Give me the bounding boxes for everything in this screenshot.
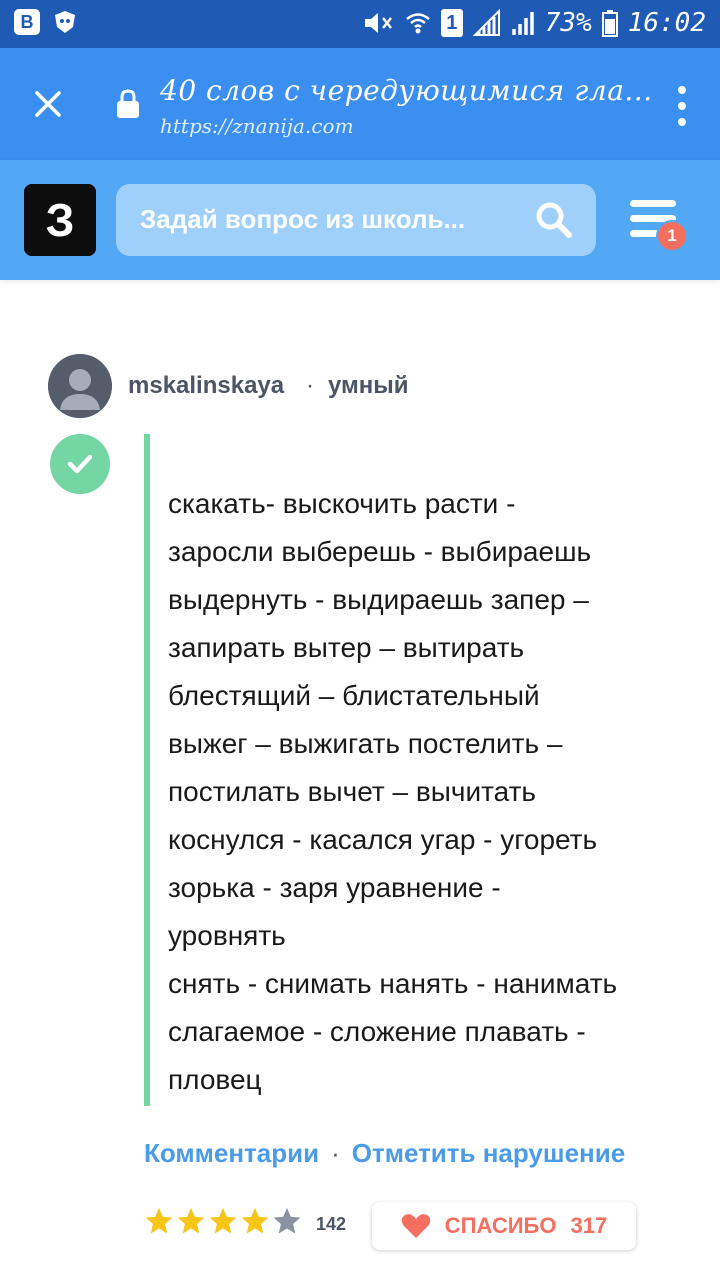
- clock: 16:02: [627, 8, 706, 38]
- overflow-menu-button[interactable]: [674, 86, 690, 126]
- search-placeholder: Задай вопрос из школь...: [140, 204, 466, 234]
- answer-links: Комментарии · Отметить нарушение: [144, 1138, 625, 1169]
- star-icon[interactable]: [176, 1206, 206, 1236]
- star-icon[interactable]: [208, 1206, 238, 1236]
- thanks-label: СПАСИБО: [444, 1213, 557, 1238]
- mute-icon: [361, 10, 395, 36]
- sim-icon: 1: [440, 9, 463, 37]
- star-icon[interactable]: [144, 1206, 174, 1236]
- notification-badge[interactable]: 1: [656, 220, 688, 252]
- search-input[interactable]: Задай вопрос из школь...: [116, 184, 596, 256]
- user-rank: умный: [328, 372, 409, 399]
- page-title[interactable]: 40 слов с чередующимися гла...: [160, 74, 653, 107]
- close-tab-button[interactable]: [26, 82, 70, 126]
- vk-icon: B: [14, 9, 40, 35]
- menu-line-icon: [630, 200, 676, 207]
- signal-icon-2: [511, 9, 535, 37]
- star-icon[interactable]: [240, 1206, 270, 1236]
- rating-count: 142: [316, 1214, 347, 1234]
- avatar[interactable]: [48, 354, 112, 418]
- dot-icon: [678, 102, 686, 110]
- heart-icon: [401, 1214, 431, 1238]
- close-icon: [35, 91, 61, 117]
- site-header: З Задай вопрос из школь...: [0, 160, 720, 280]
- links-separator: ·: [331, 1138, 340, 1168]
- battery-percent: 73%: [544, 8, 592, 38]
- report-link[interactable]: Отметить нарушение: [352, 1138, 625, 1169]
- lock-icon: [116, 88, 140, 125]
- site-logo[interactable]: З: [24, 184, 96, 256]
- username[interactable]: mskalinskaya: [128, 372, 284, 400]
- page-url[interactable]: https://znanija.com: [160, 114, 354, 138]
- answer-accent-bar: [144, 434, 150, 1106]
- status-bar: B 1 73% 16:02: [0, 0, 720, 48]
- dr-web-icon: [52, 9, 78, 35]
- verified-check-icon: [50, 434, 110, 494]
- search-icon[interactable]: [534, 200, 574, 245]
- wifi-icon: [405, 10, 431, 36]
- signal-icon: [472, 9, 501, 37]
- separator: ·: [306, 372, 314, 399]
- dot-icon: [678, 118, 686, 126]
- thanks-button[interactable]: СПАСИБО 317: [372, 1202, 636, 1250]
- browser-toolbar: 40 слов с чередующимися гла... https://z…: [0, 48, 720, 160]
- thanks-count: 317: [570, 1213, 608, 1238]
- answer-text: скакать- выскочить расти - заросли выбер…: [168, 488, 618, 1095]
- logo-letter: З: [45, 194, 75, 246]
- rating-stars[interactable]: [144, 1206, 302, 1236]
- star-icon[interactable]: [272, 1206, 302, 1236]
- comments-link[interactable]: Комментарии: [144, 1138, 319, 1169]
- battery-icon: [601, 9, 618, 37]
- dot-icon: [678, 86, 686, 94]
